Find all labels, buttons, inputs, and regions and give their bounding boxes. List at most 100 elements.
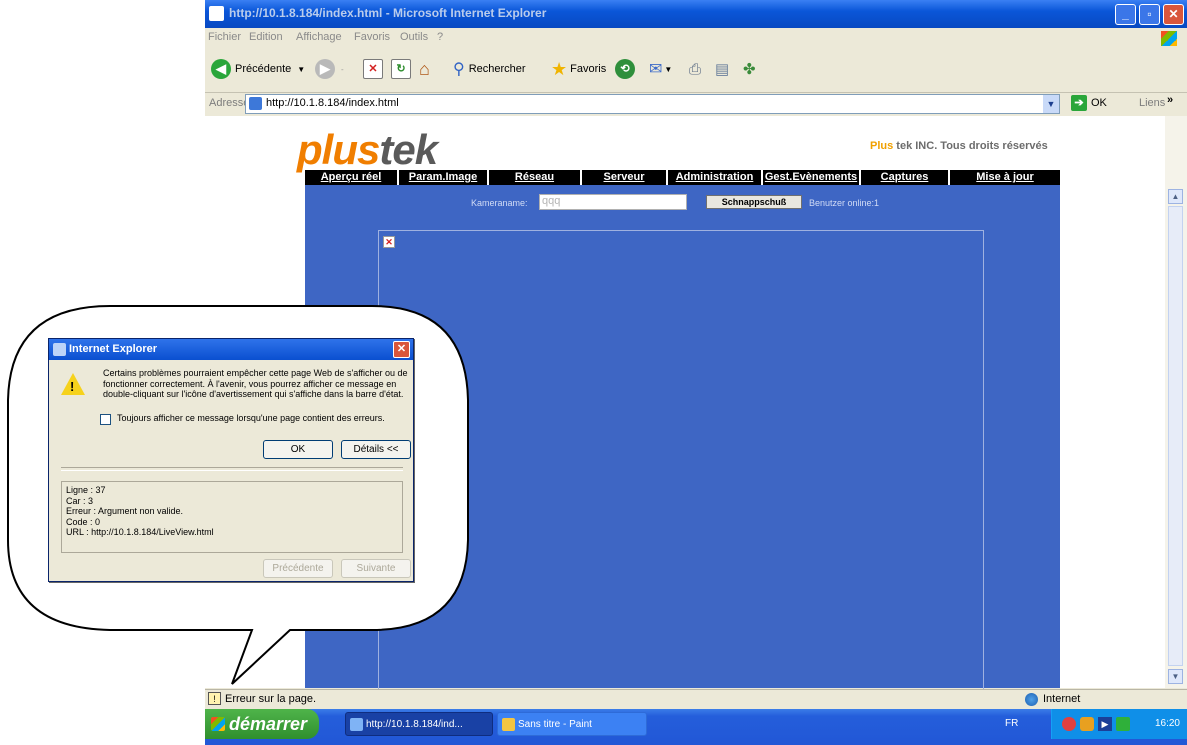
close-button[interactable]: ✕ xyxy=(1163,4,1184,25)
minimize-button[interactable]: _ xyxy=(1115,4,1136,25)
toolbar: ◀ Précédente ▼ ▶ - ✕ ↻ ⌂ ⚲ Rechercher ★ … xyxy=(205,46,1187,93)
scroll-down-icon[interactable]: ▼ xyxy=(1168,669,1183,684)
links-button[interactable]: Liens xyxy=(1139,97,1165,109)
camera-name-label: Kameraname: xyxy=(471,198,528,208)
menu-help[interactable]: ? xyxy=(437,31,443,43)
ok-button[interactable]: OK xyxy=(263,440,333,459)
history-icon: ⟲ xyxy=(615,59,635,79)
home-button[interactable]: ⌂ xyxy=(419,58,430,80)
refresh-icon: ↻ xyxy=(391,59,411,79)
forward-dropdown-icon: - xyxy=(341,64,344,74)
menu-fichier[interactable]: Fichier xyxy=(208,31,241,43)
title-bar[interactable]: http://10.1.8.184/index.html - Microsoft… xyxy=(205,0,1187,28)
dialog-title: Internet Explorer xyxy=(69,343,158,355)
tray-icon-1[interactable] xyxy=(1062,717,1076,731)
nav-serveur[interactable]: Serveur xyxy=(582,170,668,185)
go-arrow-icon[interactable]: ➔ xyxy=(1071,95,1087,111)
nav-reseau[interactable]: Réseau xyxy=(489,170,582,185)
messenger-button[interactable]: ✤ xyxy=(743,58,756,80)
back-button[interactable]: ◀ Précédente ▼ xyxy=(211,58,305,80)
copyright-text: Plus tek INC. Tous droits réservés xyxy=(870,140,1048,152)
address-input[interactable]: http://10.1.8.184/index.html ▼ xyxy=(245,94,1060,114)
error-page-icon[interactable]: ! xyxy=(208,692,221,705)
live-view-frame: ✕ xyxy=(378,230,984,690)
snapshot-button[interactable]: Schnappschuß xyxy=(706,195,802,209)
vertical-scrollbar[interactable]: ▲ ▼ xyxy=(1165,116,1187,688)
nav-gest-evenements[interactable]: Gest.Evènements xyxy=(763,170,861,185)
warning-mark: ! xyxy=(70,379,75,394)
error-details: Ligne : 37 Car : 3 Erreur : Argument non… xyxy=(61,481,403,553)
details-button[interactable]: Détails << xyxy=(341,440,411,459)
search-button[interactable]: ⚲ Rechercher xyxy=(453,58,526,80)
camera-name-input[interactable]: qqq xyxy=(539,194,687,210)
forward-arrow-icon: ▶ xyxy=(315,59,335,79)
previous-button[interactable]: Précédente xyxy=(263,559,333,578)
ie-dialog-icon xyxy=(53,343,66,356)
scroll-thumb[interactable] xyxy=(1168,206,1183,666)
nav-param-image[interactable]: Param.Image xyxy=(399,170,489,185)
detail-char: Car : 3 xyxy=(66,495,94,506)
menu-bar: Fichier Edition Affichage Favoris Outils… xyxy=(205,28,1187,47)
print-button[interactable]: ⎙ xyxy=(689,58,701,80)
window-title: http://10.1.8.184/index.html - Microsoft… xyxy=(229,6,547,20)
star-icon: ★ xyxy=(551,58,568,79)
nav-mise-a-jour[interactable]: Mise à jour xyxy=(950,170,1060,185)
start-button[interactable]: démarrer xyxy=(205,709,319,739)
menu-affichage[interactable]: Affichage xyxy=(296,31,342,43)
error-dialog: Internet Explorer ✕ ! Certains problèmes… xyxy=(48,338,414,582)
address-dropdown-icon[interactable]: ▼ xyxy=(1043,95,1059,113)
links-chevron-icon[interactable]: » xyxy=(1167,94,1173,106)
windows-flag-icon xyxy=(211,717,225,731)
refresh-button[interactable]: ↻ xyxy=(391,58,411,80)
dialog-title-bar[interactable]: Internet Explorer ✕ xyxy=(49,339,413,360)
menu-edition[interactable]: Edition xyxy=(249,31,283,43)
language-indicator[interactable]: FR xyxy=(1005,718,1018,729)
nav-captures[interactable]: Captures xyxy=(861,170,950,185)
next-button[interactable]: Suivante xyxy=(341,559,411,578)
nav-apercu[interactable]: Aperçu réel xyxy=(305,170,399,185)
edit-button[interactable]: ▤ xyxy=(715,58,729,80)
tray-icon-4[interactable] xyxy=(1116,717,1130,731)
mail-icon: ✉ xyxy=(649,61,663,78)
go-button[interactable]: OK xyxy=(1091,97,1107,109)
menu-outils[interactable]: Outils xyxy=(400,31,428,43)
favorites-button[interactable]: ★ Favoris xyxy=(551,58,606,80)
media-player-icon[interactable]: ▶ xyxy=(1098,717,1112,731)
search-label: Rechercher xyxy=(468,63,526,75)
back-dropdown-icon[interactable]: ▼ xyxy=(297,65,305,74)
search-icon: ⚲ xyxy=(453,61,465,78)
menu-favoris[interactable]: Favoris xyxy=(354,31,390,43)
forward-button[interactable]: ▶ - xyxy=(315,58,344,80)
home-icon: ⌂ xyxy=(419,58,430,79)
scroll-up-icon[interactable]: ▲ xyxy=(1168,189,1183,204)
paint-task-icon xyxy=(502,718,515,731)
zone-label: Internet xyxy=(1043,693,1081,705)
nav-bar: Aperçu réel Param.Image Réseau Serveur A… xyxy=(305,170,1060,185)
always-show-checkbox[interactable] xyxy=(100,414,111,425)
ie-logo-icon xyxy=(209,6,224,21)
plustek-logo: plustek xyxy=(297,126,438,173)
status-text[interactable]: Erreur sur la page. xyxy=(225,693,316,705)
history-button[interactable]: ⟲ xyxy=(615,58,635,80)
tray-icon-2[interactable] xyxy=(1080,717,1094,731)
address-label: Adresse xyxy=(209,97,250,109)
edit-icon: ▤ xyxy=(715,61,730,78)
taskbar: http://10.1.8.184/ind... Sans titre - Pa… xyxy=(205,709,1187,745)
nav-administration[interactable]: Administration xyxy=(668,170,763,185)
address-url: http://10.1.8.184/index.html xyxy=(266,97,399,109)
dialog-close-button[interactable]: ✕ xyxy=(393,341,410,358)
address-bar: Adresse http://10.1.8.184/index.html ▼ ➔… xyxy=(205,93,1187,115)
task-paint[interactable]: Sans titre - Paint xyxy=(497,712,647,736)
always-show-label[interactable]: Toujours afficher ce message lorsqu'une … xyxy=(117,413,385,423)
status-bar: ! Erreur sur la page. Internet xyxy=(205,689,1187,709)
page-icon xyxy=(249,97,262,110)
maximize-button[interactable]: ▫ xyxy=(1139,4,1160,25)
mail-button[interactable]: ✉ ▼ xyxy=(649,58,672,80)
detail-code: Code : 0 xyxy=(66,516,101,527)
security-zone: Internet xyxy=(1025,693,1081,706)
dialog-separator xyxy=(61,467,403,471)
ie-task-icon xyxy=(350,718,363,731)
task-ie[interactable]: http://10.1.8.184/ind... xyxy=(345,712,493,736)
stop-button[interactable]: ✕ xyxy=(363,58,383,80)
stop-icon: ✕ xyxy=(363,59,383,79)
